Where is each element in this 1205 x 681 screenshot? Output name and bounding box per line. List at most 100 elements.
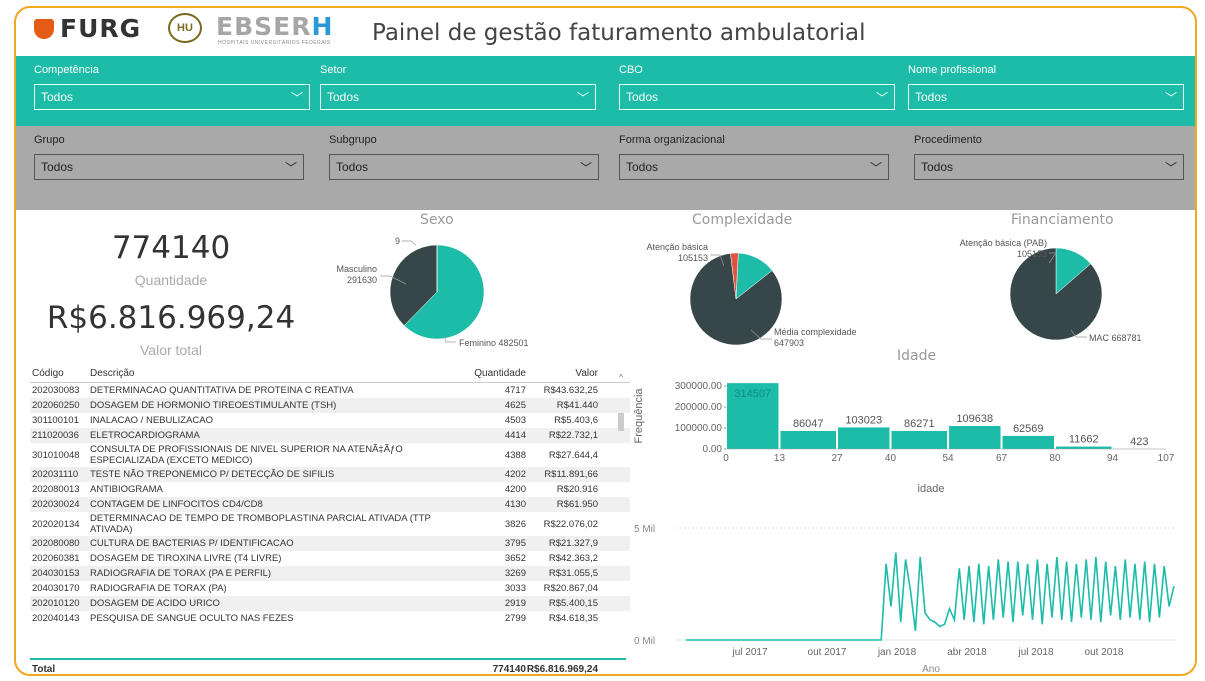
col-codigo[interactable]: Código <box>30 368 90 379</box>
row1-filter-2[interactable]: CBO Todos ﹀ <box>619 64 895 112</box>
table-cell: 2919 <box>504 598 526 609</box>
table-row[interactable]: 202031110 TESTE NÃO TREPONEMICO P/ DETECÇ… <box>30 467 630 482</box>
table-cell: R$22.076,02 <box>543 518 598 530</box>
chevron-down-icon[interactable]: ﹀ <box>876 89 888 106</box>
col-descricao[interactable]: Descrição <box>90 368 466 379</box>
histogram-x-tick-2: 27 <box>831 453 843 464</box>
row1-filter-0[interactable]: Competência Todos ﹀ <box>34 64 310 112</box>
table-row[interactable]: 204030153 RADIOGRAFIA DE TORAX (PA E PERF… <box>30 566 630 581</box>
table-cell: INALACAO / NEBULIZACAO <box>90 415 214 426</box>
col-quantidade[interactable]: Quantidade <box>466 368 526 379</box>
histogram-value-label-6: 11662 <box>1069 434 1099 446</box>
table-cell: 3826 <box>504 518 526 530</box>
chevron-down-icon[interactable]: ﹀ <box>870 159 882 176</box>
row2-filter-dropdown[interactable]: Todos ﹀ <box>34 154 304 180</box>
table-cell: TESTE NÃO TREPONEMICO P/ DETECÇÃO DE SIF… <box>90 469 335 480</box>
histogram-value-label-0: 314507 <box>734 388 771 400</box>
table-cell: 202030083 <box>32 385 80 396</box>
sexo-label-9: 9 <box>395 236 400 246</box>
histogram-y-tick-3: 300000.00 <box>675 381 723 392</box>
table-cell: DETERMINACAO DE TEMPO DE TROMBOPLASTINA … <box>90 513 431 535</box>
table-row[interactable]: 211020036 ELETROCARDIOGRAMA 4414 R$22.732,1 <box>30 428 630 443</box>
chevron-down-icon[interactable]: ﹀ <box>1165 89 1177 106</box>
table-row[interactable]: 204030170 RADIOGRAFIA DE TORAX (PA) 3033 R$… <box>30 581 630 596</box>
row1-filter-1[interactable]: Setor Todos ﹀ <box>320 64 596 112</box>
row2-filter-1[interactable]: Subgrupo Todos ﹀ <box>329 134 599 182</box>
table-cell: 2799 <box>504 613 526 624</box>
table-cell: 4717 <box>504 385 526 396</box>
chevron-down-icon[interactable]: ﹀ <box>580 159 592 176</box>
histogram-bar-5 <box>1002 435 1054 449</box>
complexidade-label-media: Média complexidade <box>774 327 857 337</box>
table-cell: 3795 <box>504 538 526 549</box>
chevron-down-icon[interactable]: ﹀ <box>577 89 589 106</box>
row2-filter-2[interactable]: Forma organizacional Todos ﹀ <box>619 134 889 182</box>
table-cell: 204030153 <box>32 568 80 579</box>
row2-filter-dropdown[interactable]: Todos ﹀ <box>619 154 889 180</box>
table-row[interactable]: 202040143 PESQUISA DE SANGUE OCULTO NAS F… <box>30 611 630 626</box>
table-cell: 202060381 <box>32 553 80 564</box>
histogram-y-tick-1: 100000.00 <box>675 423 723 434</box>
filter-selected-value: Todos <box>327 90 360 104</box>
filter-band-secondary: Grupo Todos ﹀ Subgrupo Todos ﹀ Forma organizac… <box>16 126 1195 210</box>
kpi-quantidade-value: 774140 <box>111 230 231 266</box>
row2-filter-dropdown[interactable]: Todos ﹀ <box>914 154 1184 180</box>
ebserh-logo-text: EBSER <box>216 12 312 41</box>
chevron-down-icon[interactable]: ﹀ <box>291 89 303 106</box>
table-row[interactable]: 202030024 CONTAGEM DE LINFOCITOS CD4/CD8 4… <box>30 497 630 512</box>
line-x-tick-5: out 2018 <box>1085 647 1124 658</box>
kpi-valor-label: Valor total <box>140 342 202 358</box>
chevron-down-icon[interactable]: ﹀ <box>1165 159 1177 176</box>
table-scrollbar[interactable]: ^ <box>616 373 626 658</box>
row2-filter-0[interactable]: Grupo Todos ﹀ <box>34 134 304 182</box>
table-cell: R$5.400,15 <box>548 598 598 609</box>
filter-selected-value: Todos <box>915 90 948 104</box>
row1-filter-dropdown[interactable]: Todos ﹀ <box>619 84 895 110</box>
idade-histogram: 314507 86047 103023 86271 109638 62569 11662 42… <box>633 381 1175 494</box>
histogram-x-tick-4: 54 <box>942 453 954 464</box>
col-valor[interactable]: Valor <box>526 368 598 379</box>
financiamento-label-pab: Atenção básica (PAB) <box>960 238 1047 248</box>
histogram-x-label: idade <box>918 483 945 494</box>
table-cell: 202040143 <box>32 613 80 624</box>
table-cell: 4200 <box>504 484 526 495</box>
histogram-value-label-7: 423 <box>1130 436 1148 448</box>
complexidade-chart-title: Complexidade <box>692 212 793 228</box>
table-cell: 301010048 <box>32 449 80 461</box>
table-row[interactable]: 202060250 DOSAGEM DE HORMONIO TIREOESTIMU… <box>30 398 630 413</box>
row1-filter-dropdown[interactable]: Todos ﹀ <box>34 84 310 110</box>
histogram-x-tick-8: 107 <box>1158 453 1175 464</box>
table-cell: PESQUISA DE SANGUE OCULTO NAS FEZES <box>90 613 294 624</box>
scroll-thumb[interactable] <box>618 413 624 431</box>
idade-chart-title: Idade <box>897 348 937 364</box>
row1-filter-dropdown[interactable]: Todos ﹀ <box>908 84 1184 110</box>
histogram-bar-6 <box>1055 446 1112 449</box>
histogram-bar-2 <box>838 427 890 449</box>
histogram-value-label-5: 62569 <box>1013 423 1044 435</box>
row2-filter-label: Subgrupo <box>329 134 377 146</box>
table-row[interactable]: 202080080 CULTURA DE BACTERIAS P/ IDENTIF… <box>30 536 630 551</box>
table-row[interactable]: 202080013 ANTIBIOGRAMA 4200 R$20.916 <box>30 482 630 497</box>
row1-filter-dropdown[interactable]: Todos ﹀ <box>320 84 596 110</box>
row1-filter-3[interactable]: Nome profissional Todos ﹀ <box>908 64 1184 112</box>
procedimentos-table[interactable]: Código Descrição Quantidade Valor 202030… <box>30 365 630 674</box>
row2-filter-dropdown[interactable]: Todos ﹀ <box>329 154 599 180</box>
table-cell: DOSAGEM DE ACIDO URICO <box>90 598 220 609</box>
row2-filter-3[interactable]: Procedimento Todos ﹀ <box>914 134 1184 182</box>
table-row[interactable]: 202010120 DOSAGEM DE ACIDO URICO 2919 R$5.4… <box>30 596 630 611</box>
table-row[interactable]: 301100101 INALACAO / NEBULIZACAO 4503 R$5.4… <box>30 413 630 428</box>
table-row[interactable]: 301010048 CONSULTA DE PROFISSIONAIS DE NI… <box>30 443 630 467</box>
row1-filter-label: Competência <box>34 64 99 76</box>
table-row[interactable]: 202030083 DETERMINACAO QUANTITATIVA DE PR… <box>30 383 630 398</box>
histogram-value-label-2: 103023 <box>845 414 882 426</box>
table-row[interactable]: 202060381 DOSAGEM DE TIROXINA LIVRE (T4 L… <box>30 551 630 566</box>
filter-band-primary: Competência Todos ﹀ Setor Todos ﹀ CBO Todos ﹀ Nom… <box>16 56 1195 126</box>
table-cell: R$27.644,4 <box>548 449 598 461</box>
scroll-up-icon[interactable]: ^ <box>616 373 626 382</box>
histogram-x-tick-5: 67 <box>996 453 1008 464</box>
table-row[interactable]: 202020134 DETERMINACAO DE TEMPO DE TROMBO… <box>30 512 630 536</box>
line-y-tick-top: 5 Mil <box>634 524 655 535</box>
total-quantidade: 774140 <box>492 664 526 675</box>
chevron-down-icon[interactable]: ﹀ <box>285 159 297 176</box>
histogram-bar-1 <box>780 430 837 449</box>
